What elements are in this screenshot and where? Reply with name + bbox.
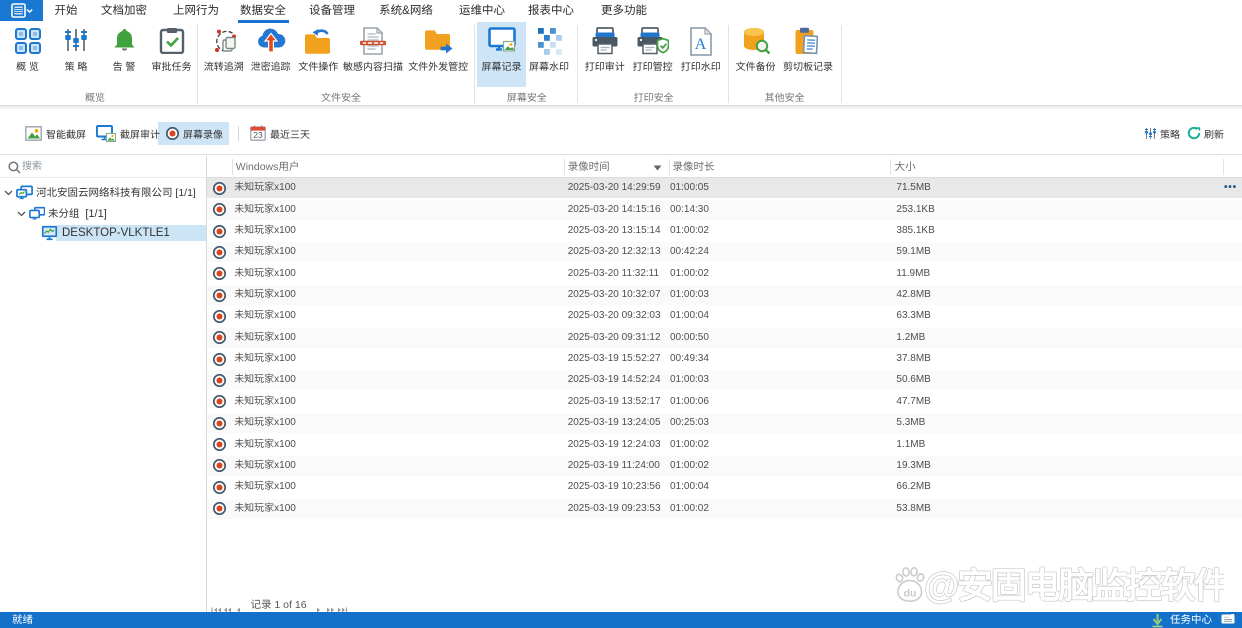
svg-text:du: du [904, 588, 917, 600]
svg-text:23: 23 [253, 130, 263, 140]
svg-text:A: A [695, 36, 707, 53]
svg-text:@安固电脑监控软件: @安固电脑监控软件 [924, 561, 1224, 609]
